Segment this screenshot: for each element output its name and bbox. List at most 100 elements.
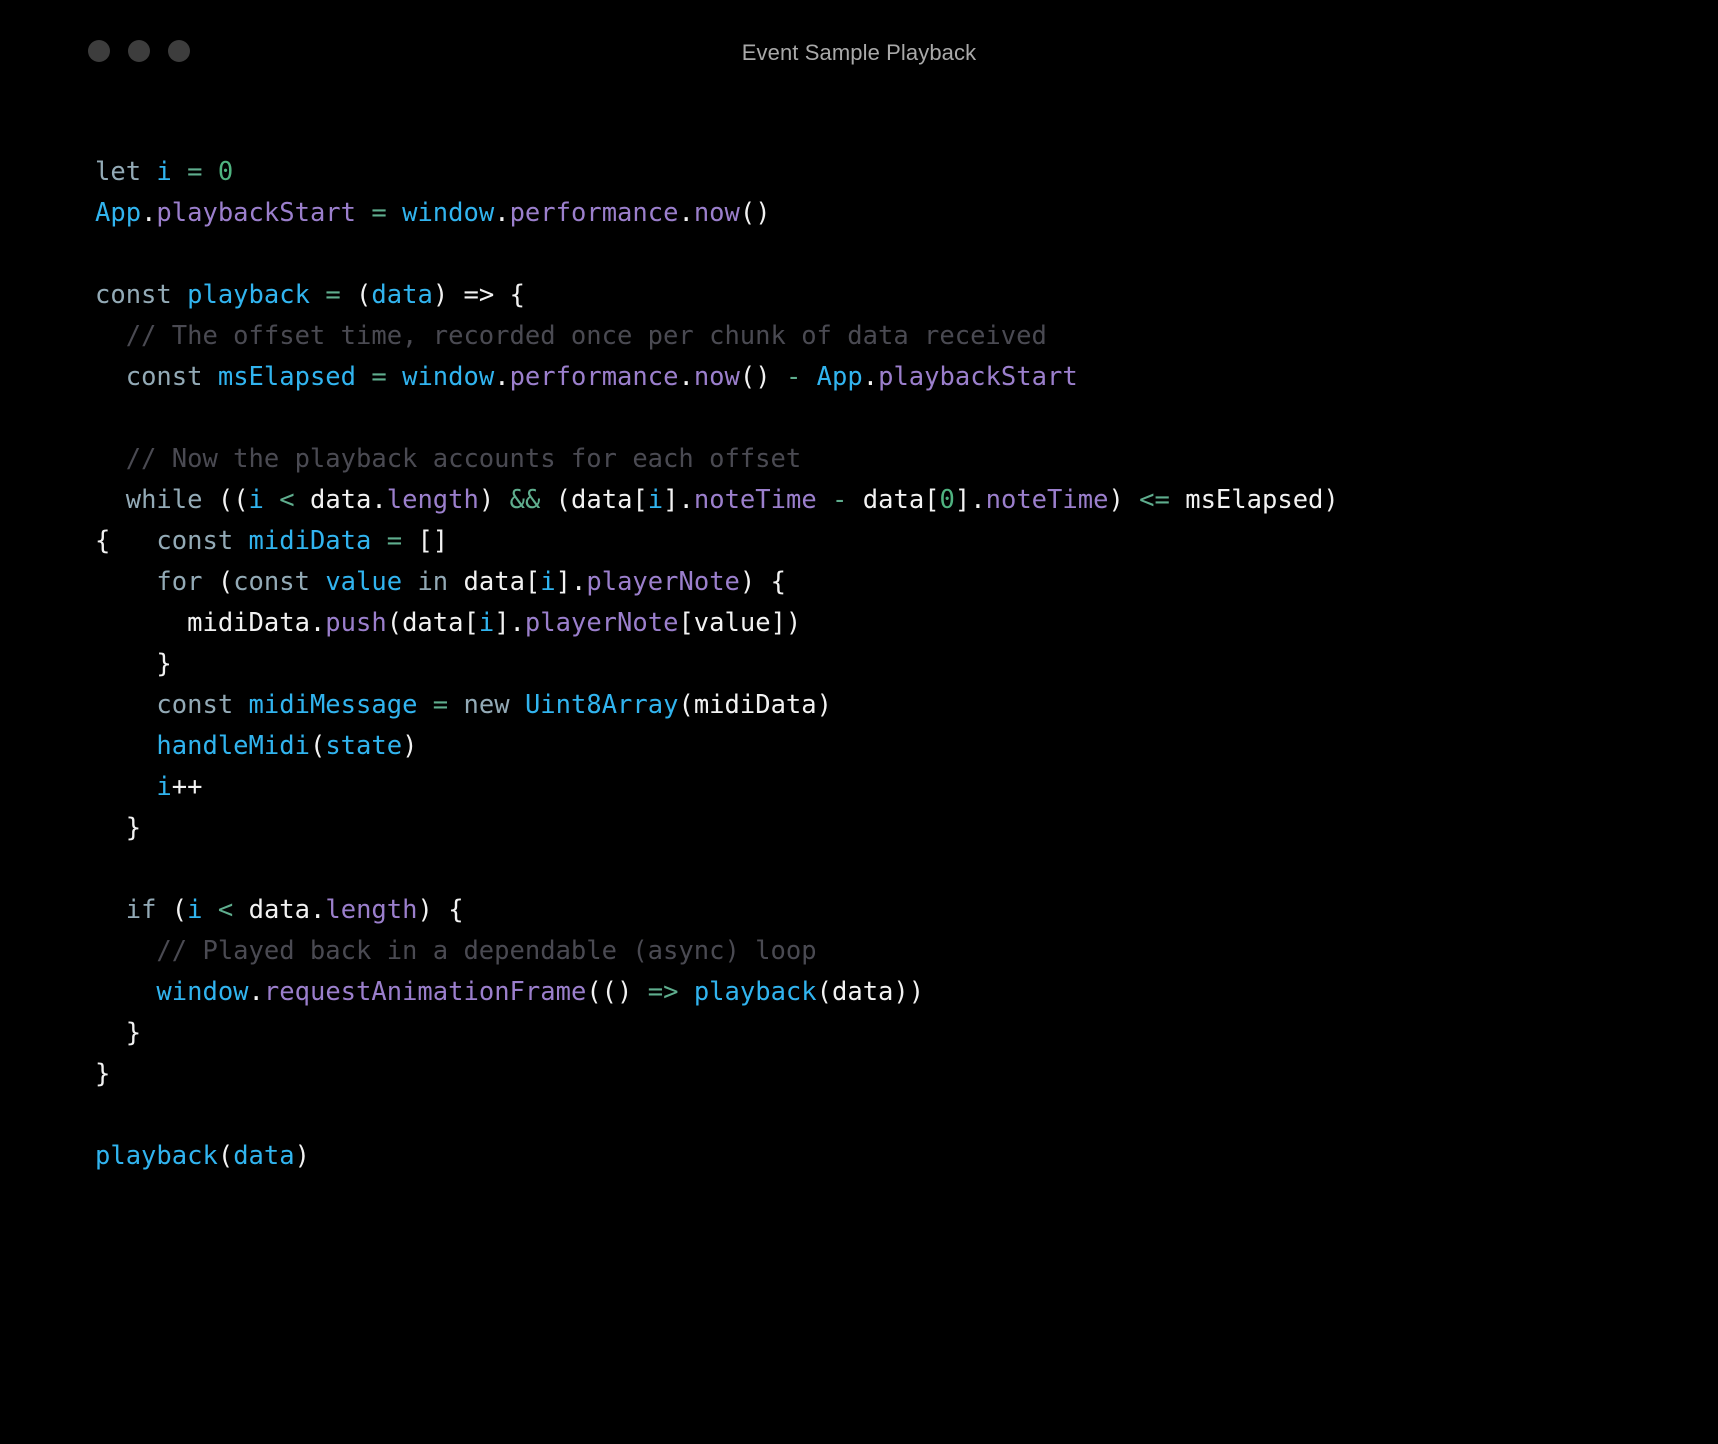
code-token-kw: const — [125, 362, 203, 392]
code-token-pl: data — [294, 485, 372, 515]
code-token-pl: } — [95, 649, 172, 679]
code-token-op: = — [371, 198, 387, 228]
code-token-pl: ( — [340, 280, 372, 310]
code-token-pl: data[ — [448, 567, 541, 597]
code-token-op: => — [647, 977, 679, 1007]
code-token-id: playback — [95, 1141, 218, 1171]
code-token-prop: performance — [509, 198, 679, 228]
code-line: while ((i < data.length) && (data[i].not… — [95, 480, 1678, 521]
code-token-id: i — [478, 608, 495, 638]
code-token-pl: ]. — [954, 485, 986, 515]
code-token-id: window — [156, 977, 249, 1007]
code-token-kw: let — [95, 157, 142, 187]
code-token-id: window — [402, 198, 495, 228]
code-token-prop: playbackStart — [156, 198, 357, 228]
code-editor[interactable]: let i = 0 App.playbackStart = window.perf… — [95, 152, 1678, 1177]
code-token-pl: data. — [233, 895, 326, 925]
code-token-op: - — [785, 362, 802, 392]
code-token-cm: // The offset time, recorded once per ch… — [95, 321, 1047, 351]
code-token-pl: . — [494, 362, 510, 392]
code-line: } — [95, 808, 1678, 849]
code-token-pl: . — [141, 198, 157, 228]
code-line: } — [95, 1054, 1678, 1095]
code-token-pl: ]. — [663, 485, 694, 515]
code-token-pl: ]. — [555, 567, 587, 597]
code-line: handleMidi(state) — [95, 726, 1678, 767]
code-token-pl: (data[ — [386, 608, 479, 638]
code-token-op: = — [371, 362, 387, 392]
code-token-prop: performance — [509, 362, 679, 392]
code-token-pl: (midiData) — [678, 690, 832, 720]
code-token-op: = — [386, 526, 403, 556]
code-token-pl: . — [862, 362, 879, 392]
code-line: // The offset time, recorded once per ch… — [95, 316, 1678, 357]
code-line: window.requestAnimationFrame(() => playb… — [95, 972, 1678, 1013]
code-line: const midiMessage = new Uint8Array(midiD… — [95, 685, 1678, 726]
code-token-prop: noteTime — [985, 485, 1109, 515]
code-token-id: i — [647, 485, 664, 515]
code-line: { const midiData = [] — [95, 521, 1678, 562]
code-token-pl: ( — [217, 1141, 234, 1171]
code-token-op: - — [832, 485, 848, 515]
code-token-pl: ) — [478, 485, 510, 515]
code-line: } — [95, 1013, 1678, 1054]
code-token-pl: ) => { — [432, 280, 525, 310]
code-line: // Played back in a dependable (async) l… — [95, 931, 1678, 972]
code-token-id: midiMessage — [248, 690, 418, 720]
code-token-prop: playerNote — [524, 608, 679, 638]
code-token-kw: for — [156, 567, 203, 597]
code-line: playback(data) — [95, 1136, 1678, 1177]
code-token-prop: requestAnimationFrame — [263, 977, 587, 1007]
code-token-pl: } — [95, 813, 142, 843]
code-token-pl: { — [95, 526, 157, 556]
code-line: } — [95, 644, 1678, 685]
code-token-pl: [value]) — [678, 608, 802, 638]
code-line: const msElapsed = window.performance.now… — [95, 357, 1678, 398]
code-token-op: && — [509, 485, 541, 515]
code-token-pl: ]. — [494, 608, 525, 638]
code-token-pl: . — [494, 198, 510, 228]
code-line: midiData.push(data[i].playerNote[value]) — [95, 603, 1678, 644]
code-token-pl: () — [739, 198, 771, 228]
code-token-id: msElapsed — [217, 362, 357, 392]
code-token-pl: [] — [402, 526, 449, 556]
code-token-id: i — [156, 157, 172, 187]
code-token-prop: playerNote — [586, 567, 740, 597]
code-token-pl: . — [371, 485, 387, 515]
code-token-id: playback — [693, 977, 817, 1007]
code-token-num: 0 — [939, 485, 955, 515]
code-token-cm: // Played back in a dependable (async) l… — [95, 936, 817, 966]
code-token-pl: . — [248, 977, 264, 1007]
code-token-op: < — [217, 895, 234, 925]
code-token-prop: length — [325, 895, 418, 925]
code-token-pl: ) { — [739, 567, 786, 597]
code-token-pl: . — [678, 362, 694, 392]
code-token-prop: playbackStart — [878, 362, 1078, 392]
code-token-pl: (() — [586, 977, 648, 1007]
